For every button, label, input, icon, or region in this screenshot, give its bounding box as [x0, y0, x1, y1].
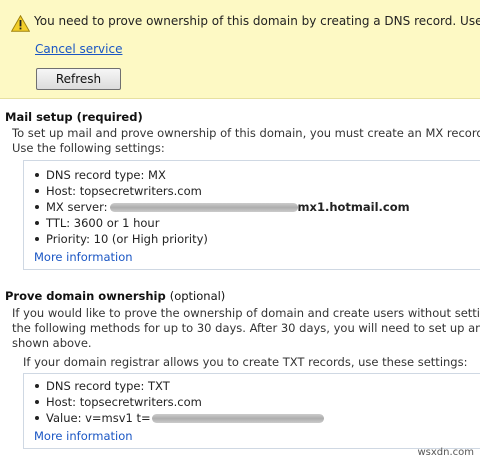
prove-ownership-intro-line1: If you would like to prove the ownership…	[12, 306, 480, 320]
prove-ownership-intro-line3: shown above.	[12, 336, 92, 350]
txt-value-label: Value: v=msv1 t=	[46, 411, 151, 425]
mx-server-suffix: mx1.hotmail.com	[297, 200, 410, 214]
redacted-value	[151, 414, 324, 423]
record-type-item: DNS record type: MX	[32, 167, 410, 183]
txt-host-item: Host: topsecretwriters.com	[32, 394, 324, 410]
redacted-value	[109, 203, 298, 212]
priority-item: Priority: 10 (or High priority)	[32, 231, 410, 247]
banner-message: You need to prove ownership of this doma…	[34, 14, 480, 28]
mx-server-item: MX server: mx1.hotmail.com	[32, 199, 410, 215]
txt-settings-list: DNS record type: TXT Host: topsecretwrit…	[32, 378, 324, 426]
prove-ownership-title: Prove domain ownership	[5, 289, 166, 303]
txt-intro: If your domain registrar allows you to c…	[23, 355, 468, 369]
txt-record-type-item: DNS record type: TXT	[32, 378, 324, 394]
mx-settings-list: DNS record type: MX Host: topsecretwrite…	[32, 167, 410, 247]
mx-settings-box: DNS record type: MX Host: topsecretwrite…	[23, 160, 480, 270]
mx-server-label: MX server:	[46, 200, 108, 214]
txt-settings-box: DNS record type: TXT Host: topsecretwrit…	[23, 373, 480, 449]
txt-more-information-link[interactable]: More information	[34, 429, 133, 443]
warning-icon	[11, 15, 30, 32]
mail-setup-intro-line1: To set up mail and prove ownership of th…	[12, 126, 480, 140]
prove-ownership-intro-line2: the following methods for up to 30 days.…	[12, 321, 480, 335]
cancel-service-link[interactable]: Cancel service	[35, 42, 122, 56]
watermark: wsxdn.com	[417, 447, 474, 458]
mx-more-information-link[interactable]: More information	[34, 250, 133, 264]
mail-setup-heading: Mail setup (required)	[5, 110, 143, 124]
host-item: Host: topsecretwriters.com	[32, 183, 410, 199]
optional-label: (optional)	[169, 289, 226, 303]
refresh-button[interactable]: Refresh	[36, 68, 121, 90]
prove-ownership-heading: Prove domain ownership (optional)	[5, 289, 225, 303]
mail-setup-intro-line2: Use the following settings:	[12, 141, 165, 155]
domain-setup-page: You need to prove ownership of this doma…	[0, 0, 480, 461]
txt-value-item: Value: v=msv1 t=	[32, 410, 324, 426]
warning-banner: You need to prove ownership of this doma…	[0, 0, 480, 99]
ttl-item: TTL: 3600 or 1 hour	[32, 215, 410, 231]
